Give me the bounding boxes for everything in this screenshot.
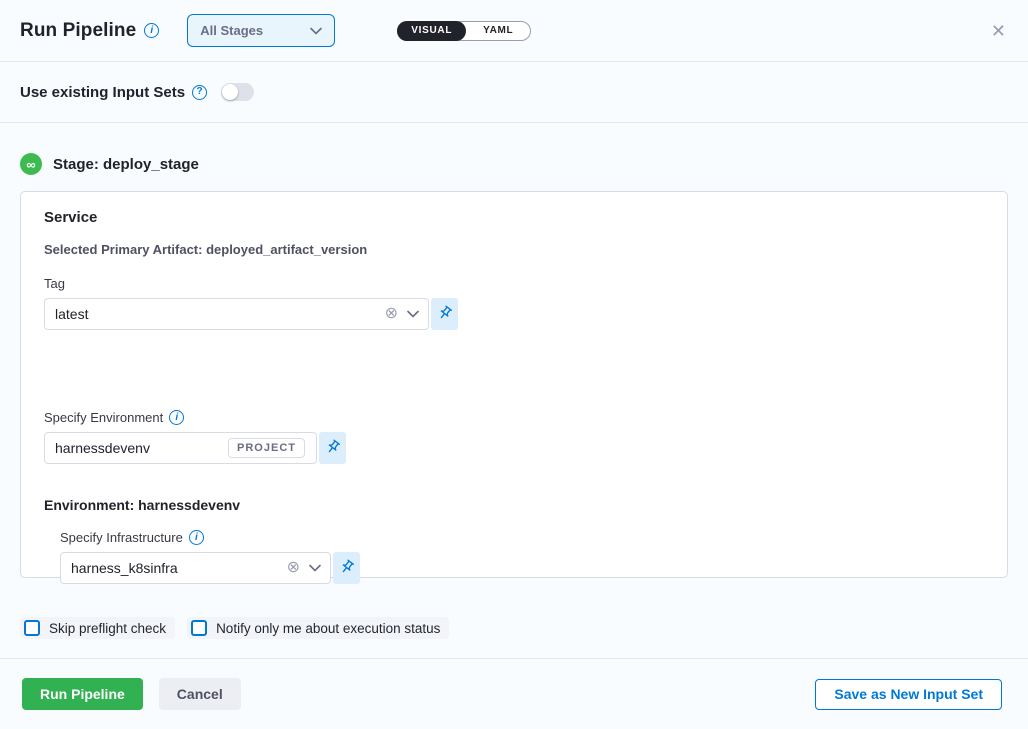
clear-icon[interactable]: ⊗ — [385, 306, 398, 322]
tag-input[interactable] — [55, 306, 385, 322]
tag-input-row: ⊗ — [44, 298, 984, 330]
tag-field-label: Tag — [44, 276, 984, 291]
notify-me-label: Notify only me about execution status — [216, 621, 440, 636]
use-existing-input-sets-row: Use existing Input Sets ? — [0, 62, 1028, 123]
toggle-knob — [222, 84, 238, 100]
info-icon[interactable]: i — [144, 23, 159, 38]
use-existing-input-sets-label: Use existing Input Sets — [20, 84, 185, 101]
page-title: Run Pipeline — [20, 20, 136, 42]
visual-yaml-toggle: VISUAL YAML — [397, 21, 531, 41]
tab-yaml[interactable]: YAML — [466, 25, 530, 36]
save-as-new-input-set-button[interactable]: Save as New Input Set — [815, 679, 1002, 710]
service-card: Service Selected Primary Artifact: deplo… — [20, 191, 1008, 578]
dialog-header: Run Pipeline i All Stages VISUAL YAML ✕ — [0, 0, 1028, 62]
dialog-footer: Run Pipeline Cancel Save as New Input Se… — [0, 658, 1028, 729]
chevron-down-icon[interactable] — [407, 310, 419, 318]
infrastructure-pin-button[interactable] — [333, 552, 360, 584]
stage-selector-dropdown[interactable]: All Stages — [187, 14, 335, 47]
environment-input-box: PROJECT — [44, 432, 317, 464]
stage-label: Stage: deploy_stage — [53, 156, 199, 173]
notify-me-option: Notify only me about execution status — [187, 617, 449, 639]
help-icon[interactable]: ? — [192, 85, 207, 100]
skip-preflight-checkbox[interactable] — [24, 620, 40, 636]
service-card-title: Service — [44, 209, 984, 226]
notify-me-checkbox[interactable] — [191, 620, 207, 636]
selected-primary-artifact: Selected Primary Artifact: deployed_arti… — [44, 242, 984, 257]
close-icon[interactable]: ✕ — [991, 22, 1006, 40]
pin-icon — [339, 559, 355, 578]
infrastructure-input-box: ⊗ — [60, 552, 331, 584]
environment-field-label: Specify Environment i — [44, 410, 984, 425]
info-icon[interactable]: i — [189, 530, 204, 545]
use-existing-input-sets-toggle[interactable] — [221, 83, 254, 101]
skip-preflight-label: Skip preflight check — [49, 621, 166, 636]
infrastructure-input[interactable] — [71, 560, 287, 576]
run-pipeline-button[interactable]: Run Pipeline — [22, 678, 143, 710]
tab-visual[interactable]: VISUAL — [397, 21, 466, 41]
scope-badge: PROJECT — [228, 438, 305, 458]
environment-input[interactable] — [55, 440, 228, 456]
environment-pin-button[interactable] — [319, 432, 346, 464]
environment-heading: Environment: harnessdevenv — [44, 497, 984, 513]
tag-pin-button[interactable] — [431, 298, 458, 330]
execution-options: Skip preflight check Notify only me abou… — [0, 578, 1028, 639]
infrastructure-field-label: Specify Infrastructure i — [60, 530, 984, 545]
chevron-down-icon[interactable] — [309, 564, 321, 572]
tag-input-box: ⊗ — [44, 298, 429, 330]
pin-icon — [325, 439, 341, 458]
infrastructure-field-label-text: Specify Infrastructure — [60, 530, 183, 545]
chevron-down-icon — [310, 27, 322, 35]
pin-icon — [437, 305, 453, 324]
cancel-button[interactable]: Cancel — [159, 678, 241, 710]
deploy-stage-icon: ∞ — [20, 153, 42, 175]
stage-selector-value: All Stages — [200, 23, 263, 38]
environment-input-row: PROJECT — [44, 432, 984, 464]
info-icon[interactable]: i — [169, 410, 184, 425]
skip-preflight-option: Skip preflight check — [20, 617, 175, 639]
clear-icon[interactable]: ⊗ — [287, 560, 300, 576]
infrastructure-block: Specify Infrastructure i ⊗ — [60, 530, 984, 584]
environment-field-label-text: Specify Environment — [44, 410, 163, 425]
stage-row: ∞ Stage: deploy_stage — [0, 123, 1028, 175]
